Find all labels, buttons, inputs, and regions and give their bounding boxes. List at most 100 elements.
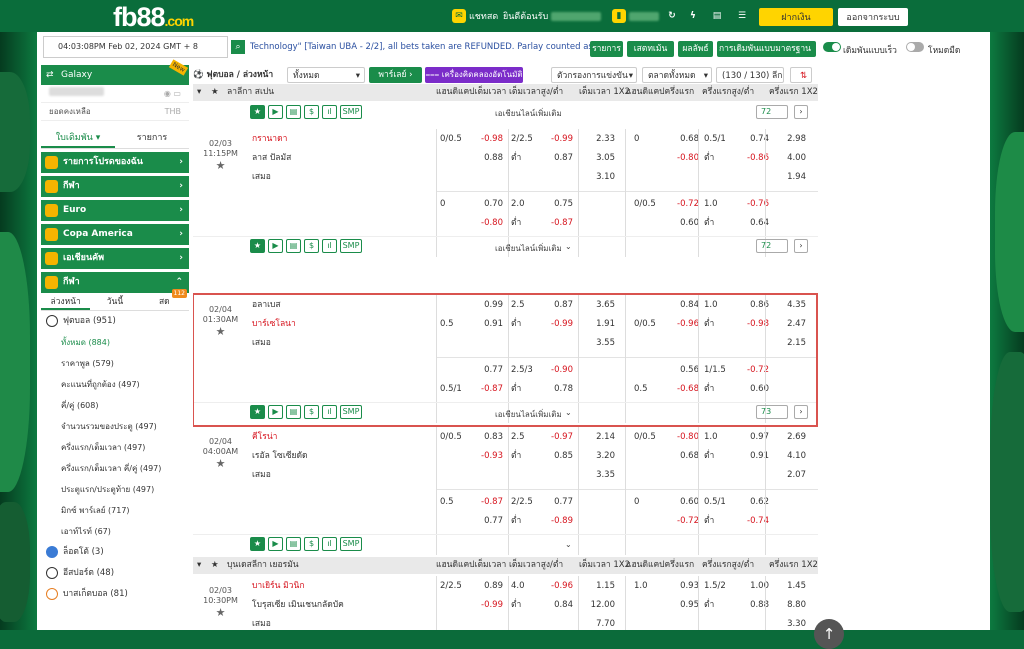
sidebar-sub-first-last[interactable]: ประตูแรก/ประตูท้าย (497) <box>41 479 189 500</box>
chevron-down-icon[interactable]: ⌄ <box>565 242 572 251</box>
x12-1h-odds[interactable]: 2.69 <box>766 428 806 447</box>
odds-value[interactable]: 0.60 <box>659 214 699 233</box>
more-lines-link[interactable]: เอเชียนไลน์เพิ่มเติม <box>495 242 562 255</box>
odds-value[interactable]: 0.87 <box>533 149 573 168</box>
promo-icon[interactable]: ▤ <box>708 9 726 23</box>
logout-button[interactable]: ออกจากระบบ <box>838 8 908 26</box>
checklist-icon[interactable]: ☰ <box>735 9 749 23</box>
odds-value[interactable]: 0.91 <box>729 447 769 466</box>
parlay-button[interactable]: พาร์เลย์ › <box>369 67 422 83</box>
odds-value[interactable]: 0.64 <box>729 214 769 233</box>
live-stream-icon[interactable]: ▶ <box>268 239 283 253</box>
sidebar-sub-all[interactable]: ทั้งหมด (884) <box>41 332 189 353</box>
odds-value[interactable]: 0.77 <box>533 493 573 512</box>
dark-mode-toggle[interactable] <box>906 42 924 52</box>
away-team[interactable]: ลาส ปัลมัส <box>252 149 291 168</box>
scroll-top-button[interactable]: ↑ <box>814 619 844 649</box>
away-team[interactable]: โบรุสเซีย เมินเชนกลัดบัค <box>252 596 344 615</box>
odds-value[interactable]: 0.97 <box>729 428 769 447</box>
next-market-icon[interactable]: › <box>794 105 808 119</box>
odds-value[interactable]: -0.72 <box>659 512 699 531</box>
home-team[interactable]: บาเยิร์น มิวนิก <box>252 577 304 596</box>
odds-value[interactable]: 0.95 <box>659 596 699 615</box>
sidebar-sub-pool[interactable]: ราคาพูล (579) <box>41 353 189 374</box>
league-count-dropdown[interactable]: (130 / 130) ลีกส์ <box>716 67 784 97</box>
chart-icon[interactable]: ıl <box>322 239 337 253</box>
x12-odds[interactable]: 3.05 <box>575 149 615 168</box>
sidebar-sub-correct-score[interactable]: คะแนนที่ถูกต้อง (497) <box>41 374 189 395</box>
x12-odds[interactable]: 3.20 <box>575 447 615 466</box>
deposit-button[interactable]: ฝากเงิน <box>759 8 833 26</box>
x12-1h-odds[interactable]: 4.10 <box>766 447 806 466</box>
favourite-tool[interactable]: ★ <box>250 105 265 119</box>
search-button[interactable]: ⌕ <box>231 40 245 54</box>
favourite-star-icon[interactable]: ★ <box>193 160 248 171</box>
league-name[interactable]: บุนเดสลีกา เยอรมัน <box>227 557 299 574</box>
x12-1h-odds[interactable]: 1.45 <box>766 577 806 596</box>
x12-odds[interactable]: 2.14 <box>575 428 615 447</box>
smp-button[interactable]: SMP <box>340 105 362 119</box>
x12-1h-odds[interactable]: 4.00 <box>766 149 806 168</box>
favourite-tool[interactable]: ★ <box>250 537 265 551</box>
cashout-icon[interactable]: $ <box>304 239 319 253</box>
sidebar-asian-cup[interactable]: เอเชียนคัพ › <box>41 248 189 269</box>
sidebar-esports[interactable]: อีสปอร์ต (48) <box>41 563 189 584</box>
x12-odds[interactable]: 3.10 <box>575 168 615 187</box>
odds-value[interactable]: -0.99 <box>463 596 503 615</box>
odds-value[interactable]: 0.84 <box>533 596 573 615</box>
odds-value[interactable]: -0.89 <box>533 512 573 531</box>
sidebar-sub-htft-oe[interactable]: ครึ่งแรก/เต็มเวลา คี่/คู่ (497) <box>41 458 189 479</box>
league-star-icon[interactable]: ★ <box>211 557 219 574</box>
favourite-tool[interactable]: ★ <box>250 239 265 253</box>
odds-value[interactable]: 0.68 <box>659 447 699 466</box>
fast-bet-toggle[interactable] <box>823 42 841 52</box>
calculator-button[interactable]: ⩶ เครื่องคิดคลองอัตโนมัติ <box>425 67 523 83</box>
market-count-dropdown[interactable]: 72 <box>756 239 788 253</box>
sidebar-euro[interactable]: Euro › <box>41 200 189 221</box>
odds-value[interactable]: 0.83 <box>463 428 503 447</box>
x12-1h-odds[interactable]: 8.80 <box>766 596 806 615</box>
result-button[interactable]: ผลลัพธ์ <box>678 41 713 57</box>
list-button[interactable]: รายการ <box>590 41 623 57</box>
galaxy-banner[interactable]: ⇄ Galaxy New <box>41 59 189 85</box>
livechat-link[interactable]: ✉ แชทสด <box>452 9 498 23</box>
sort-icon[interactable]: ⇅ <box>790 67 812 83</box>
away-team[interactable]: เรอัล โซเซียดัด <box>252 447 308 466</box>
sidebar-copa[interactable]: Copa America › <box>41 224 189 245</box>
odds-value[interactable]: -0.96 <box>533 577 573 596</box>
sidebar-sub-htft[interactable]: ครึ่งแรก/เต็มเวลา (497) <box>41 437 189 458</box>
x12-odds[interactable]: 2.33 <box>575 130 615 149</box>
odds-value[interactable]: 0.62 <box>729 493 769 512</box>
odds-value[interactable]: 0.93 <box>659 577 699 596</box>
smp-button[interactable]: SMP <box>340 239 362 253</box>
live-stream-icon[interactable]: ▶ <box>268 105 283 119</box>
odds-value[interactable]: 0.89 <box>463 577 503 596</box>
tab-today[interactable]: วันนี้ <box>90 293 139 310</box>
x12-odds[interactable]: 3.35 <box>575 466 615 485</box>
odds-value[interactable]: 0.60 <box>659 493 699 512</box>
stats-icon[interactable]: ▤ <box>286 239 301 253</box>
tab-early[interactable]: ล่วงหน้า <box>41 293 91 310</box>
chevron-down-icon[interactable]: ⌄ <box>565 540 572 549</box>
bet-mode-dropdown[interactable]: การเดิมพันแบบมาตรฐาน ▾ <box>717 41 816 70</box>
smp-button[interactable]: SMP <box>340 537 362 551</box>
odds-value[interactable]: 0.70 <box>463 195 503 214</box>
cashout-icon[interactable]: $ <box>304 105 319 119</box>
odds-value[interactable]: -0.87 <box>463 493 503 512</box>
league-star-icon[interactable]: ★ <box>211 84 219 101</box>
odds-value[interactable]: -0.76 <box>729 195 769 214</box>
league-collapse-icon[interactable]: ▾ <box>197 557 201 574</box>
odds-value[interactable]: 1.00 <box>729 577 769 596</box>
sidebar-sub-odd-even[interactable]: คี่/คู่ (608) <box>41 395 189 416</box>
sidebar-basketball[interactable]: บาสเก็ตบอล (81) <box>41 584 189 605</box>
tab-bet-slip[interactable]: ใบเดิมพัน ▾ <box>41 127 115 148</box>
sidebar-sub-parlay[interactable]: มิกซ์ พาร์เลย์ (717) <box>41 500 189 521</box>
x12-1h-odds[interactable]: 2.98 <box>766 130 806 149</box>
fb88-logo[interactable]: fb88.com <box>113 2 194 33</box>
odds-value[interactable]: -0.93 <box>463 447 503 466</box>
chart-icon[interactable]: ıl <box>322 537 337 551</box>
odds-value[interactable]: 0.88 <box>463 149 503 168</box>
next-market-icon[interactable]: › <box>794 239 808 253</box>
league-collapse-icon[interactable]: ▾ <box>197 84 201 101</box>
odds-value[interactable]: 0.75 <box>533 195 573 214</box>
